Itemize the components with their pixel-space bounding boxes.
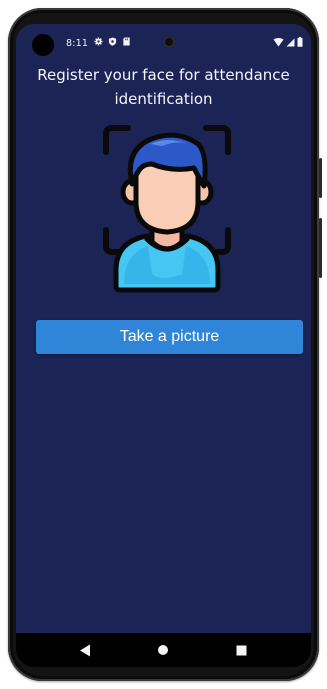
page-title: Register your face for attendance identi… <box>37 66 290 108</box>
power-key <box>319 158 322 198</box>
status-left-icons <box>94 37 131 46</box>
status-bar: 8:11 <box>16 24 311 62</box>
signal-icon <box>286 38 295 46</box>
settings-icon <box>94 37 103 46</box>
app-screen: 8:11 Register your face for attendance i… <box>16 24 311 667</box>
wifi-icon <box>273 37 284 46</box>
status-right-icons <box>273 37 303 47</box>
face-scan-icon <box>103 125 231 293</box>
recents-icon[interactable] <box>234 642 250 658</box>
front-camera <box>32 34 54 56</box>
home-icon[interactable] <box>155 642 171 658</box>
volume-key <box>319 218 322 278</box>
sd-card-icon <box>123 37 130 46</box>
take-picture-button[interactable]: Take a picture <box>36 320 303 354</box>
battery-icon <box>297 37 303 47</box>
camera-cutout <box>163 36 175 48</box>
shield-icon <box>108 37 117 46</box>
navigation-bar <box>16 633 311 667</box>
status-time: 8:11 <box>66 38 89 49</box>
back-icon[interactable] <box>77 642 93 658</box>
